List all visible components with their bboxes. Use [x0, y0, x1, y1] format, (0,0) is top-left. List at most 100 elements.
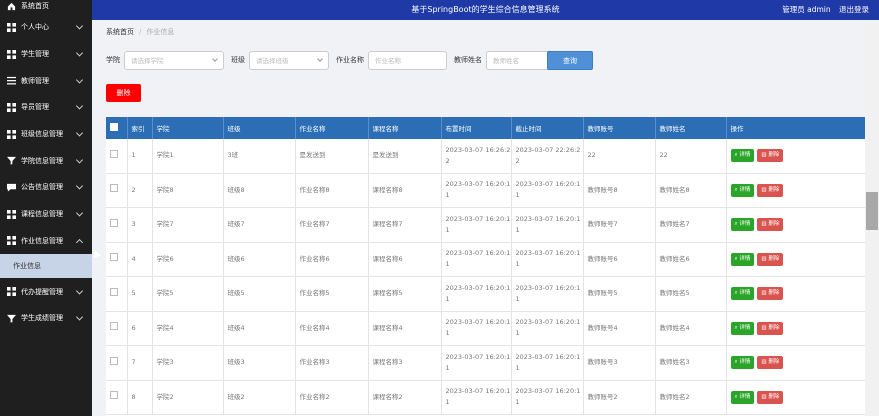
column-header: 布置时间: [441, 117, 512, 139]
college-select[interactable]: 请选择学院: [124, 50, 224, 70]
row-select-cell[interactable]: [106, 173, 128, 208]
column-header: 操作: [726, 117, 866, 139]
delete-button[interactable]: ▥ 删除: [757, 356, 784, 370]
row-checkbox[interactable]: [110, 287, 118, 296]
view-button[interactable]: ⌕ 详情: [730, 183, 755, 197]
sidebar-subitem-homework-info[interactable]: 作业信息: [0, 254, 92, 279]
delete-label: 删除: [768, 221, 780, 228]
user-area: 管理员 admin 退出登录: [776, 4, 869, 15]
sidebar-item-8[interactable]: 课程信息管理: [0, 201, 92, 228]
homework-input[interactable]: 作业名称: [368, 50, 447, 70]
scrollbar-thumb[interactable]: [866, 192, 878, 230]
cell-homework: 作业名称8: [295, 173, 369, 208]
view-label: 详情: [739, 152, 751, 159]
row-checkbox[interactable]: [110, 184, 118, 193]
sidebar-item-label: 学生管理: [21, 50, 49, 59]
cell-class: 班级5: [223, 276, 296, 312]
cell-class: 班级2: [223, 380, 296, 415]
cell-assigned: 2023-03-07 16:20:1 1: [441, 276, 512, 312]
row-select-cell[interactable]: [106, 311, 128, 346]
cell-deadline: 2023-03-07 16:20:1 1: [511, 173, 584, 208]
row-select-cell[interactable]: [106, 207, 128, 243]
sidebar-item-7[interactable]: 公告信息管理: [0, 174, 92, 201]
funnel-icon: [6, 156, 16, 165]
page-scrollbar[interactable]: [865, 20, 879, 416]
row-checkbox[interactable]: [110, 356, 118, 365]
row-checkbox[interactable]: [110, 322, 118, 331]
row-select-cell[interactable]: [106, 139, 128, 174]
column-header: 作业名称: [295, 117, 369, 139]
cell-teacher-name: 22: [655, 139, 727, 174]
sidebar-item-9[interactable]: 作业信息管理: [0, 228, 92, 255]
delete-button[interactable]: ▥ 删除: [757, 183, 784, 197]
grid-icon: [6, 49, 16, 59]
batch-delete-button[interactable]: 删除: [106, 84, 141, 102]
cell-course: 课程名称4: [368, 311, 442, 346]
sidebar-item-4[interactable]: 导员管理: [0, 94, 92, 121]
cell-homework: 作业名称2: [295, 380, 369, 415]
select-all-checkbox[interactable]: [110, 123, 118, 131]
sidebar-item-2[interactable]: 学生管理: [0, 41, 92, 68]
cell-assigned: 2023-03-07 16:20:1 1: [441, 242, 512, 277]
grid-icon: [6, 287, 16, 297]
sidebar-item-5[interactable]: 班级信息管理: [0, 121, 92, 148]
row-checkbox[interactable]: [110, 149, 118, 158]
view-button[interactable]: ⌕ 详情: [730, 252, 755, 266]
cell-teacher-account: 教师账号4: [583, 311, 656, 346]
sidebar-item-3[interactable]: 教师管理: [0, 67, 92, 94]
sidebar-item-11[interactable]: 学生成绩管理: [0, 305, 92, 332]
search-button[interactable]: 查询: [547, 51, 593, 70]
row-select-cell[interactable]: [106, 242, 128, 277]
cell-homework: 作业名称6: [295, 242, 369, 277]
delete-button[interactable]: ▥ 删除: [757, 218, 784, 232]
view-button[interactable]: ⌕ 详情: [730, 356, 755, 370]
delete-button[interactable]: ▥ 删除: [757, 252, 784, 266]
logout-link[interactable]: 退出登录: [839, 5, 869, 14]
chevron-down-icon: [75, 22, 84, 30]
view-button[interactable]: ⌕ 详情: [730, 218, 755, 232]
view-label: 详情: [739, 393, 751, 400]
view-button[interactable]: ⌕ 详情: [730, 390, 755, 404]
user-label: 管理员 admin: [782, 5, 831, 14]
grid-icon: [6, 209, 16, 219]
chevron-down-icon: [75, 129, 84, 137]
row-checkbox[interactable]: [110, 218, 118, 227]
row-checkbox[interactable]: [110, 391, 118, 400]
delete-button[interactable]: ▥ 删除: [757, 321, 784, 335]
sidebar-item-label: 系统首页: [21, 2, 49, 10]
breadcrumb: 系统首页 / 作业信息: [106, 27, 174, 37]
sidebar-item-1[interactable]: 个人中心: [0, 14, 92, 41]
cell-teacher-name: 教师姓名2: [655, 380, 727, 415]
view-button[interactable]: ⌕ 详情: [730, 149, 755, 163]
college-label: 学院: [106, 56, 120, 64]
view-button[interactable]: ⌕ 详情: [730, 321, 755, 335]
search-icon: ⌕: [734, 152, 738, 159]
delete-label: 删除: [768, 152, 780, 159]
sidebar-item-10[interactable]: 代办提醒管理: [0, 278, 92, 305]
trash-icon: ▥: [761, 255, 767, 262]
delete-button[interactable]: ▥ 删除: [757, 390, 784, 404]
trash-icon: ▥: [761, 186, 767, 193]
cell-actions: ⌕ 详情 ▥ 删除: [726, 345, 866, 381]
trash-icon: ▥: [761, 393, 767, 400]
row-checkbox[interactable]: [110, 253, 118, 262]
funnel-icon: [6, 314, 16, 323]
class-select[interactable]: 请选择班级: [249, 50, 329, 70]
breadcrumb-home[interactable]: 系统首页: [106, 28, 134, 36]
row-select-cell[interactable]: [106, 380, 128, 415]
sidebar-item-0[interactable]: 系统首页: [0, 0, 92, 12]
sidebar-item-label: 个人中心: [21, 23, 49, 32]
column-header: 学院: [152, 117, 224, 139]
view-button[interactable]: ⌕ 详情: [730, 287, 755, 301]
grid-icon: [6, 22, 16, 32]
row-select-cell[interactable]: [106, 345, 128, 381]
row-select-cell[interactable]: [106, 276, 128, 312]
delete-button[interactable]: ▥ 删除: [757, 149, 784, 163]
delete-label: 删除: [768, 290, 780, 297]
delete-button[interactable]: ▥ 删除: [757, 287, 784, 301]
select-all-cell[interactable]: [106, 117, 128, 139]
cell-deadline: 2023-03-07 16:20:1 1: [511, 380, 584, 415]
sidebar-item-6[interactable]: 学院信息管理: [0, 147, 92, 174]
chevron-down-icon: [75, 102, 84, 110]
search-icon: ⌕: [734, 359, 738, 366]
